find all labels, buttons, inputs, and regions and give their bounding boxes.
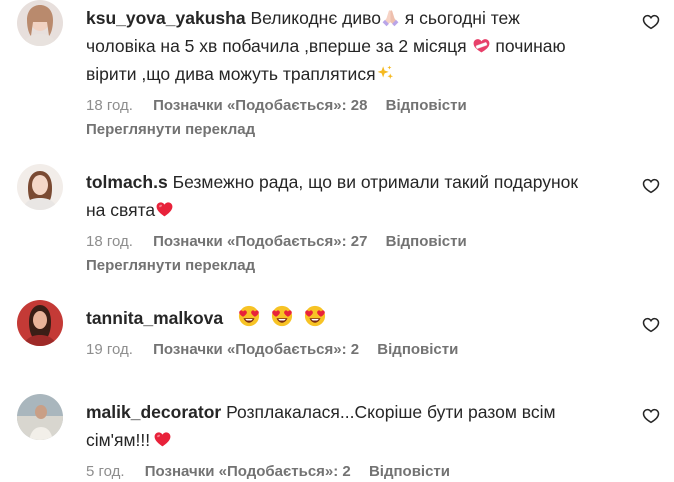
comment-text-line1: Великоднє диво — [250, 8, 381, 28]
comment-timestamp[interactable]: 18 год. — [86, 97, 133, 114]
comment-text-line2: сім'ям!!! — [86, 430, 151, 450]
comment-text-line2b: починаю — [490, 36, 566, 56]
heart-eyes-icon — [304, 305, 326, 327]
red-heart-icon — [153, 430, 172, 449]
avatar[interactable] — [17, 394, 63, 440]
comment-likes-count[interactable]: Позначки «Подобається»: 28 — [153, 97, 367, 114]
comment-meta: 18 год. Позначки «Подобається»: 27 Відпо… — [86, 232, 626, 252]
like-heart-icon[interactable] — [642, 316, 660, 334]
comment-meta: 19 год. Позначки «Подобається»: 2 Відпов… — [86, 340, 626, 360]
reply-button[interactable]: Відповісти — [369, 463, 450, 480]
like-heart-icon[interactable] — [642, 177, 660, 195]
reply-button[interactable]: Відповісти — [377, 341, 458, 358]
reply-button[interactable]: Відповісти — [386, 233, 467, 250]
comment-timestamp[interactable]: 18 год. — [86, 233, 133, 250]
praying-hands-icon — [381, 8, 400, 27]
comment-text-line2: чоловіка на 5 хв побачила ,вперше за 2 м… — [86, 36, 467, 56]
comment-text-line3: вірити ,що дива можуть траплятися — [86, 64, 376, 84]
sparkles-icon — [376, 64, 395, 83]
comment-text-line1: Розплакалася...Скоріше бути разом всім — [226, 402, 556, 422]
comment-text-line1b: я сьогодні теж — [399, 8, 520, 28]
comment-username[interactable]: malik_decorator — [86, 402, 221, 422]
comment-timestamp[interactable]: 19 год. — [86, 341, 133, 358]
comment-text-line1: Безмежно рада, що ви отримали такий пода… — [172, 172, 579, 192]
heart-eyes-icon — [271, 305, 293, 327]
like-heart-icon[interactable] — [642, 407, 660, 425]
comment-likes-count[interactable]: Позначки «Подобається»: 2 — [153, 341, 359, 358]
comment-username[interactable]: ksu_yova_yakusha — [86, 8, 246, 28]
comment-timestamp[interactable]: 5 год. — [86, 463, 125, 480]
comment-username[interactable]: tolmach.s — [86, 172, 168, 192]
reply-button[interactable]: Відповісти — [386, 97, 467, 114]
comment-username[interactable]: tannita_malkova — [86, 308, 223, 328]
comment-meta: 18 год. Позначки «Подобається»: 28 Відпо… — [86, 96, 626, 116]
comment-text: ksu_yova_yakusha Великоднє диво я сьогод… — [86, 4, 626, 32]
red-heart-icon — [155, 200, 174, 219]
avatar[interactable] — [17, 0, 63, 46]
avatar[interactable] — [17, 300, 63, 346]
comment-meta: 5 год. Позначки «Подобається»: 2 Відпові… — [86, 462, 626, 482]
comment-text-line2: на свята — [86, 200, 156, 220]
avatar[interactable] — [17, 164, 63, 210]
like-heart-icon[interactable] — [642, 13, 660, 31]
see-translation-link[interactable]: Переглянути переклад — [86, 256, 626, 276]
heart-eyes-icon — [238, 305, 260, 327]
see-translation-link[interactable]: Переглянути переклад — [86, 120, 626, 140]
comment-likes-count[interactable]: Позначки «Подобається»: 27 — [153, 233, 367, 250]
mending-heart-icon — [472, 36, 491, 55]
comment-likes-count[interactable]: Позначки «Подобається»: 2 — [145, 463, 351, 480]
